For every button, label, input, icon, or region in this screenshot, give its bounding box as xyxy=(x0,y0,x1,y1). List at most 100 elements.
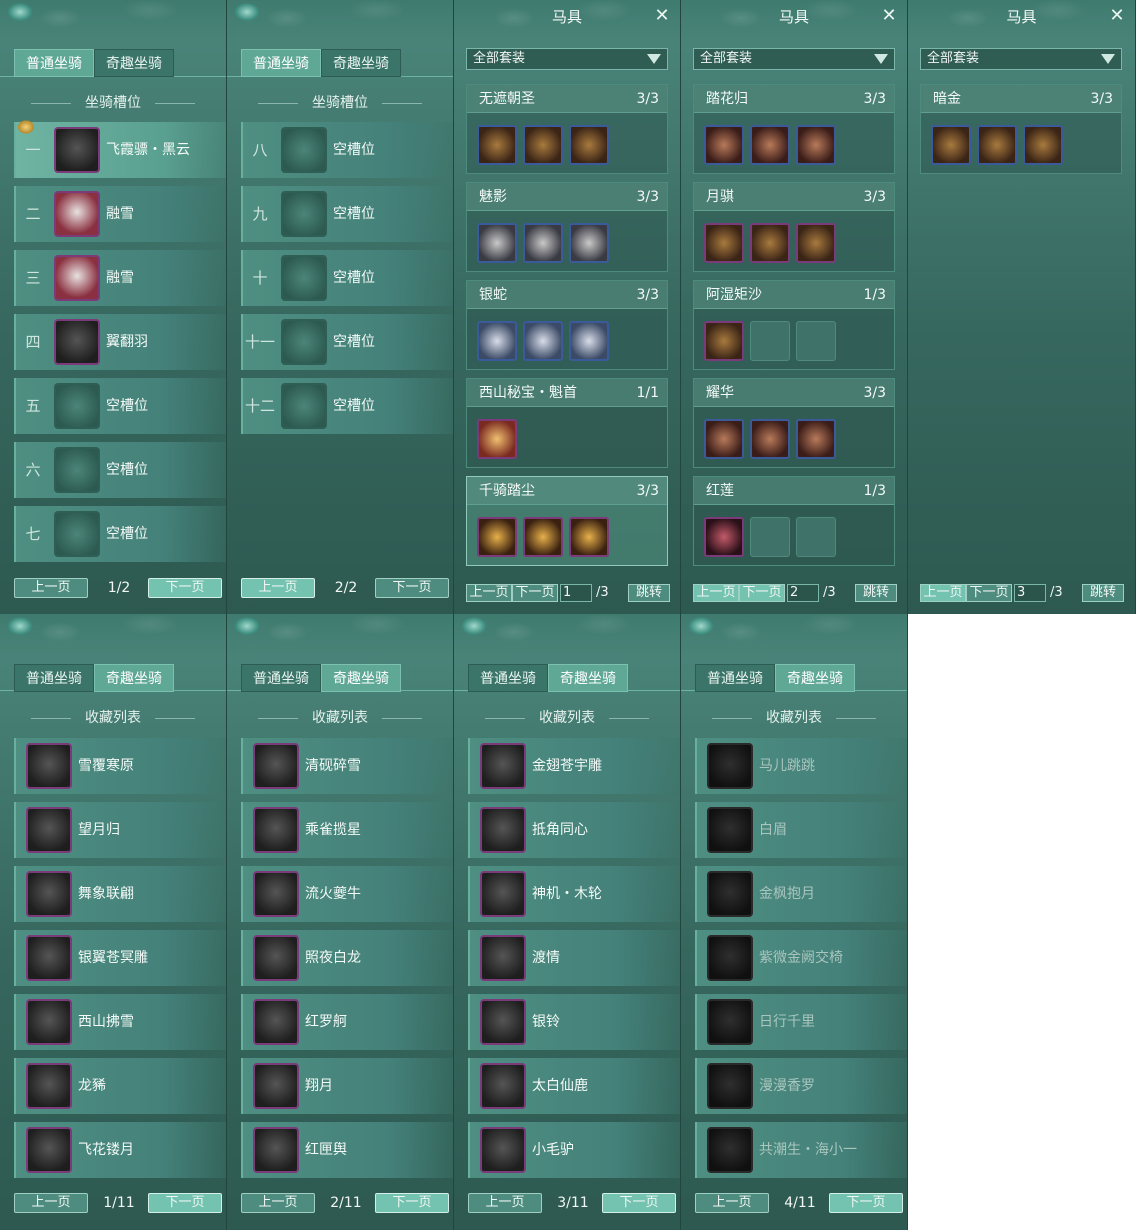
gear-item-icon[interactable] xyxy=(704,223,744,263)
gear-item-icon[interactable] xyxy=(704,321,744,361)
gear-set-card[interactable]: 千骑踏尘 3/3 xyxy=(466,476,668,566)
gear-set-card[interactable]: 踏花归 3/3 xyxy=(693,84,895,174)
gear-item-icon[interactable] xyxy=(704,517,744,557)
collection-item[interactable]: 望月归 xyxy=(14,802,226,858)
collection-item[interactable]: 红匣舆 xyxy=(241,1122,453,1178)
page-input[interactable]: 3 xyxy=(1014,584,1046,602)
mount-slot-row[interactable]: 九 空槽位 xyxy=(241,186,453,242)
gear-item-icon[interactable] xyxy=(569,321,609,361)
gear-item-icon[interactable] xyxy=(704,125,744,165)
collection-item[interactable]: 飞花镂月 xyxy=(14,1122,226,1178)
tab-normal-mounts[interactable]: 普通坐骑 xyxy=(241,664,321,692)
mount-slot-row[interactable]: 十 空槽位 xyxy=(241,250,453,306)
mount-slot-row[interactable]: 一 飞霞骠・黑云 xyxy=(14,116,226,178)
gear-item-icon[interactable] xyxy=(750,223,790,263)
prev-page-button[interactable]: 上一页 xyxy=(920,584,966,602)
mount-slot-row[interactable]: 十一 空槽位 xyxy=(241,314,453,370)
set-filter-dropdown[interactable]: 全部套装 xyxy=(920,48,1122,70)
collection-item[interactable]: 翔月 xyxy=(241,1058,453,1114)
collection-item[interactable]: 龙豨 xyxy=(14,1058,226,1114)
gear-set-card[interactable]: 魅影 3/3 xyxy=(466,182,668,272)
collection-item[interactable]: 金枫抱月 xyxy=(695,866,907,922)
gear-item-icon[interactable] xyxy=(750,419,790,459)
gear-item-icon[interactable] xyxy=(796,125,836,165)
gear-item-icon[interactable] xyxy=(704,419,744,459)
tab-fun-mounts[interactable]: 奇趣坐骑 xyxy=(775,664,855,692)
collection-item[interactable]: 照夜白龙 xyxy=(241,930,453,986)
gear-item-icon[interactable] xyxy=(796,419,836,459)
tab-normal-mounts[interactable]: 普通坐骑 xyxy=(468,664,548,692)
next-page-button[interactable]: 下一页 xyxy=(966,584,1012,602)
gear-set-card[interactable]: 阿湿矩沙 1/3 xyxy=(693,280,895,370)
set-filter-dropdown[interactable]: 全部套装 xyxy=(466,48,668,70)
gear-item-icon[interactable] xyxy=(523,321,563,361)
gear-set-card[interactable]: 红莲 1/3 xyxy=(693,476,895,566)
gear-item-icon[interactable] xyxy=(796,223,836,263)
gear-item-icon[interactable] xyxy=(477,321,517,361)
tab-normal-mounts[interactable]: 普通坐骑 xyxy=(14,49,94,77)
next-page-button[interactable]: 下一页 xyxy=(148,1193,222,1213)
tab-normal-mounts[interactable]: 普通坐骑 xyxy=(14,664,94,692)
collection-item[interactable]: 清砚碎雪 xyxy=(241,738,453,794)
mount-slot-row[interactable]: 十二 空槽位 xyxy=(241,378,453,434)
collection-item[interactable]: 舞象联翩 xyxy=(14,866,226,922)
gear-set-card[interactable]: 银蛇 3/3 xyxy=(466,280,668,370)
prev-page-button[interactable]: 上一页 xyxy=(468,1193,542,1213)
prev-page-button[interactable]: 上一页 xyxy=(693,584,739,602)
collection-item[interactable]: 金翅苍宇雕 xyxy=(468,738,680,794)
collection-item[interactable]: 流火夔牛 xyxy=(241,866,453,922)
prev-page-button[interactable]: 上一页 xyxy=(241,578,315,598)
next-page-button[interactable]: 下一页 xyxy=(148,578,222,598)
page-input[interactable]: 2 xyxy=(787,584,819,602)
collection-item[interactable]: 渡情 xyxy=(468,930,680,986)
gear-item-icon[interactable] xyxy=(569,223,609,263)
tab-fun-mounts[interactable]: 奇趣坐骑 xyxy=(94,664,174,692)
mount-slot-row[interactable]: 七 空槽位 xyxy=(14,506,226,562)
gear-item-icon[interactable] xyxy=(569,125,609,165)
mount-slot-row[interactable]: 三 融雪 xyxy=(14,250,226,306)
collection-item[interactable]: 西山拂雪 xyxy=(14,994,226,1050)
tab-fun-mounts[interactable]: 奇趣坐骑 xyxy=(94,49,174,77)
collection-item[interactable]: 红罗舸 xyxy=(241,994,453,1050)
gear-item-icon[interactable] xyxy=(523,125,563,165)
tab-normal-mounts[interactable]: 普通坐骑 xyxy=(695,664,775,692)
mount-slot-row[interactable]: 五 空槽位 xyxy=(14,378,226,434)
gear-set-card[interactable]: 西山秘宝・魁首 1/1 xyxy=(466,378,668,468)
collection-item[interactable]: 紫微金阙交椅 xyxy=(695,930,907,986)
next-page-button[interactable]: 下一页 xyxy=(375,1193,449,1213)
tab-normal-mounts[interactable]: 普通坐骑 xyxy=(241,49,321,77)
prev-page-button[interactable]: 上一页 xyxy=(14,578,88,598)
gear-item-icon[interactable] xyxy=(477,223,517,263)
mount-slot-row[interactable]: 六 空槽位 xyxy=(14,442,226,498)
next-page-button[interactable]: 下一页 xyxy=(375,578,449,598)
tab-fun-mounts[interactable]: 奇趣坐骑 xyxy=(548,664,628,692)
collection-item[interactable]: 抵角同心 xyxy=(468,802,680,858)
collection-item[interactable]: 白眉 xyxy=(695,802,907,858)
jump-button[interactable]: 跳转 xyxy=(628,584,670,602)
mount-slot-row[interactable]: 四 翼翻羽 xyxy=(14,314,226,370)
gear-item-icon[interactable] xyxy=(931,125,971,165)
close-icon[interactable]: ✕ xyxy=(1107,6,1127,26)
next-page-button[interactable]: 下一页 xyxy=(602,1193,676,1213)
collection-item[interactable]: 神机・木轮 xyxy=(468,866,680,922)
collection-item[interactable]: 雪覆寒原 xyxy=(14,738,226,794)
next-page-button[interactable]: 下一页 xyxy=(829,1193,903,1213)
gear-item-icon[interactable] xyxy=(1023,125,1063,165)
prev-page-button[interactable]: 上一页 xyxy=(241,1193,315,1213)
prev-page-button[interactable]: 上一页 xyxy=(14,1193,88,1213)
collection-item[interactable]: 乘雀揽星 xyxy=(241,802,453,858)
gear-item-icon[interactable] xyxy=(977,125,1017,165)
mount-slot-row[interactable]: 八 空槽位 xyxy=(241,122,453,178)
gear-set-card[interactable]: 无遮朝圣 3/3 xyxy=(466,84,668,174)
gear-item-icon[interactable] xyxy=(477,517,517,557)
set-filter-dropdown[interactable]: 全部套装 xyxy=(693,48,895,70)
jump-button[interactable]: 跳转 xyxy=(1082,584,1124,602)
collection-item[interactable]: 漫漫香罗 xyxy=(695,1058,907,1114)
collection-item[interactable]: 银铃 xyxy=(468,994,680,1050)
close-icon[interactable]: ✕ xyxy=(652,6,672,26)
collection-item[interactable]: 日行千里 xyxy=(695,994,907,1050)
gear-set-card[interactable]: 暗金 3/3 xyxy=(920,84,1122,174)
collection-item[interactable]: 银翼苍冥雕 xyxy=(14,930,226,986)
page-input[interactable]: 1 xyxy=(560,584,592,602)
mount-slot-row[interactable]: 二 融雪 xyxy=(14,186,226,242)
